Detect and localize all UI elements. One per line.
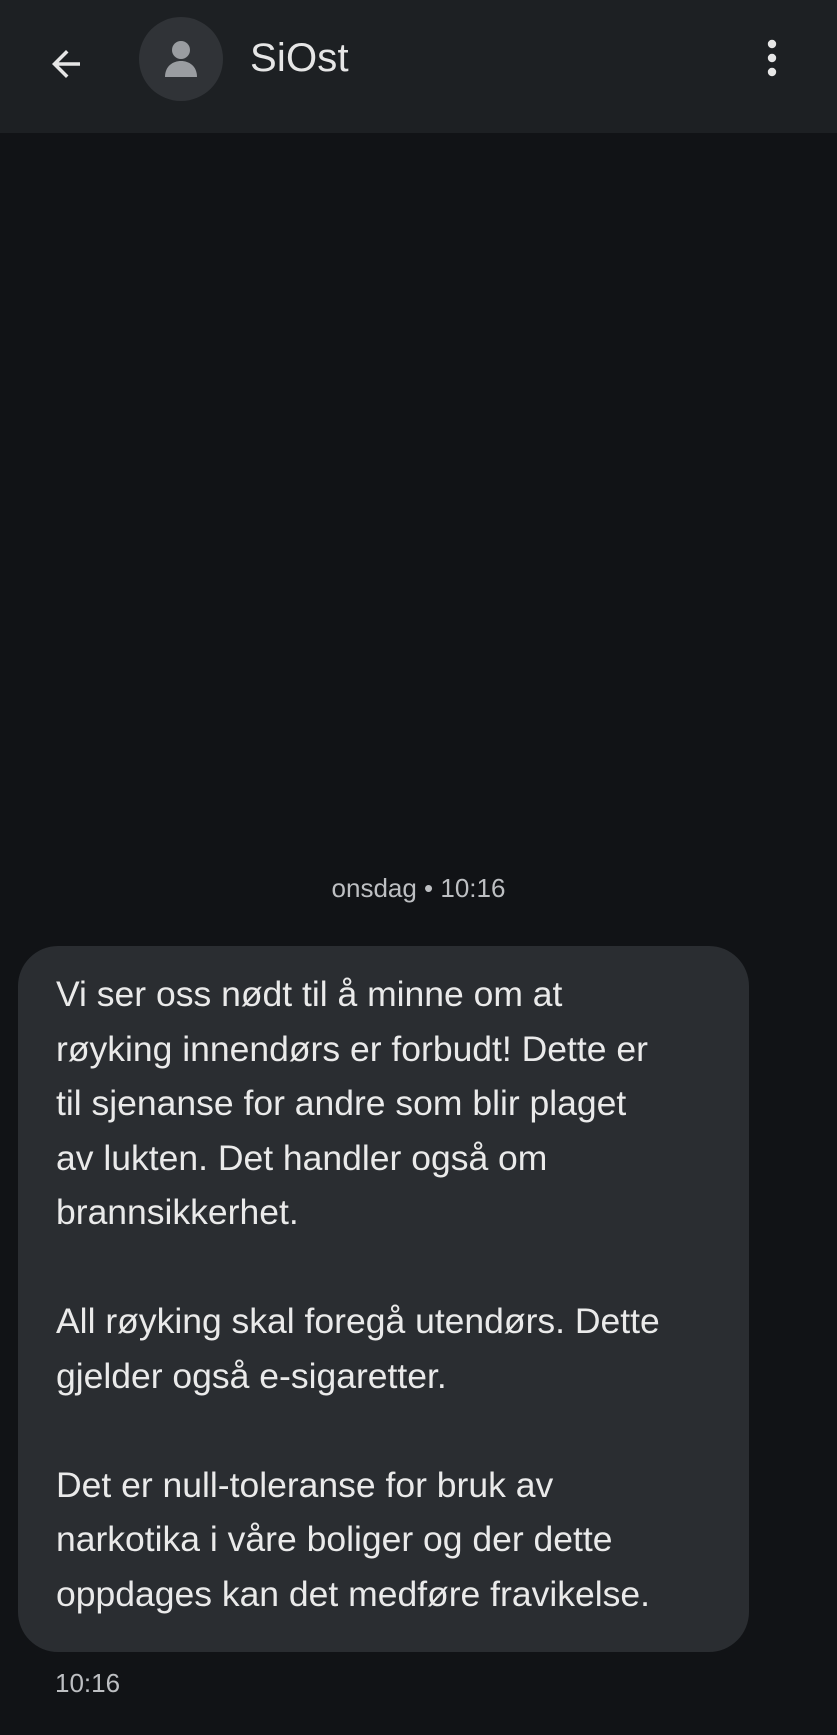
avatar[interactable]	[139, 17, 223, 101]
message-thread[interactable]: onsdag • 10:16 Vi ser oss nødt til å min…	[0, 133, 837, 1735]
more-options-button[interactable]	[744, 30, 800, 86]
arrow-back-icon	[52, 50, 80, 78]
top-app-bar: SiOst	[0, 0, 837, 133]
message-paragraph: All røyking skal foregå utendørs. Dette …	[56, 1301, 660, 1396]
date-divider: onsdag • 10:16	[331, 873, 506, 903]
person-icon	[165, 41, 197, 77]
message-timestamp: 10:16	[55, 1668, 121, 1698]
message-paragraph: Vi ser oss nødt til å minne om at røykin…	[56, 974, 648, 1232]
incoming-message-bubble[interactable]: Vi ser oss nødt til å minne om at røykin…	[18, 946, 749, 1652]
conversation-screen: SiOst onsdag • 10:16 Vi ser oss nødt til…	[0, 0, 837, 1735]
contact-name[interactable]: SiOst	[250, 32, 349, 84]
back-button[interactable]	[36, 34, 96, 94]
more-vert-icon	[767, 39, 777, 77]
message-paragraph: Det er null-toleranse for bruk av narkot…	[56, 1464, 650, 1614]
